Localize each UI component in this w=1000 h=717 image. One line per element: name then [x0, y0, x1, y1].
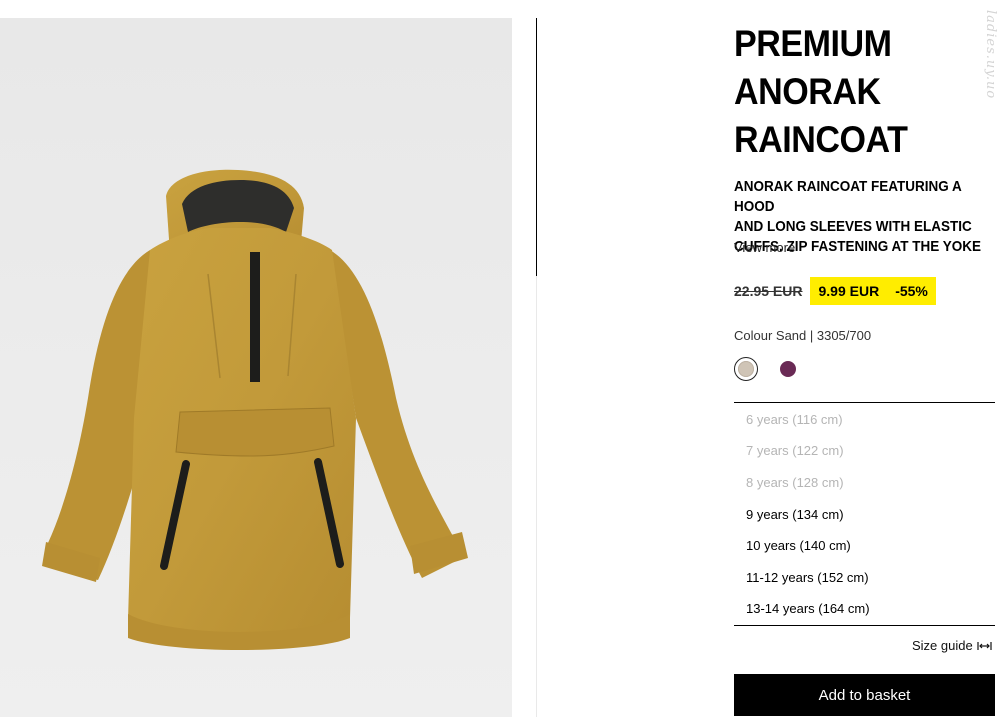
product-title-line: PREMIUM — [734, 23, 892, 64]
watermark: ladies.uy.uo — [983, 10, 998, 100]
swatch-sand-dot — [738, 361, 754, 377]
size-option-6y[interactable]: 6 years (116 cm) — [746, 412, 843, 428]
size-guide-label: Size guide — [912, 638, 973, 653]
size-option-13-14y[interactable]: 13-14 years (164 cm) — [746, 601, 870, 617]
discount-percent: -55% — [895, 283, 928, 299]
product-title: PREMIUM ANORAK RAINCOAT — [734, 20, 955, 164]
size-guide-link[interactable]: Size guide — [912, 638, 992, 653]
description-line: AND LONG SLEEVES WITH ELASTIC — [734, 218, 972, 235]
swatch-purple[interactable] — [780, 361, 796, 377]
view-more-link[interactable]: View more — [734, 240, 795, 255]
sale-price-badge: 9.99 EUR -55% — [810, 277, 936, 305]
description-line: ANORAK RAINCOAT FEATURING A HOOD — [734, 178, 962, 215]
add-to-basket-button[interactable]: Add to basket — [734, 674, 995, 716]
colour-info: Colour Sand | 3305/700 — [734, 328, 872, 343]
divider-line-faint — [536, 276, 537, 717]
old-price: 22.95 EUR — [734, 283, 803, 299]
product-photo — [0, 18, 512, 717]
price-row: 22.95 EUR 9.99 EUR -55% — [734, 277, 936, 305]
size-option-7y[interactable]: 7 years (122 cm) — [746, 443, 844, 459]
anorak-image — [42, 169, 468, 650]
swatch-sand[interactable] — [734, 357, 758, 381]
size-option-11-12y[interactable]: 11-12 years (152 cm) — [746, 570, 869, 586]
size-option-9y[interactable]: 9 years (134 cm) — [746, 507, 844, 523]
size-option-8y[interactable]: 8 years (128 cm) — [746, 475, 844, 491]
ruler-icon — [977, 641, 992, 650]
product-title-line: ANORAK — [734, 71, 881, 112]
divider-line — [536, 18, 537, 276]
size-option-10y[interactable]: 10 years (140 cm) — [746, 538, 851, 554]
size-list: 6 years (116 cm) 7 years (122 cm) 8 year… — [734, 402, 995, 626]
product-title-line: RAINCOAT — [734, 119, 908, 160]
sale-price: 9.99 EUR — [818, 283, 880, 299]
